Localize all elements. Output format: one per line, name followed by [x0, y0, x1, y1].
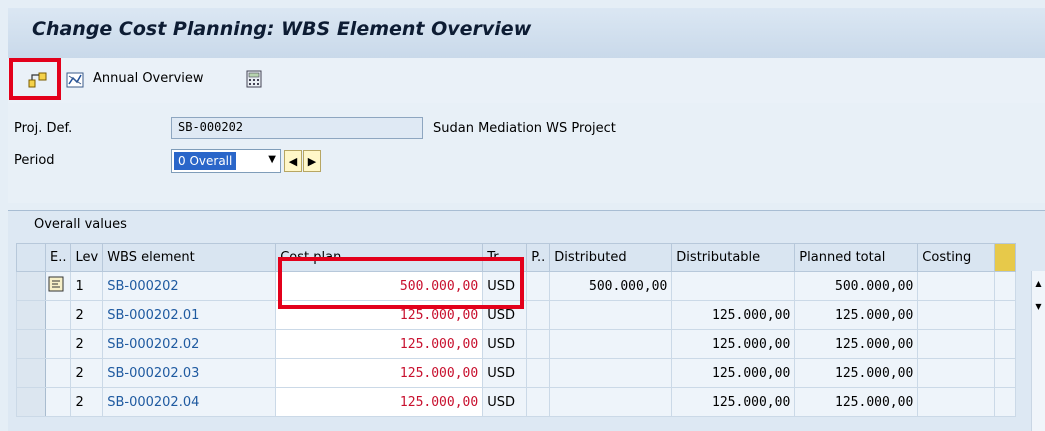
table-row[interactable]: 2 SB-000202.02 125.000,00 USD 125.000,00…	[16, 329, 1017, 359]
wbs-cell[interactable]: SB-000202.03	[102, 358, 277, 388]
row-selector[interactable]	[16, 387, 46, 417]
text-icon	[48, 276, 64, 292]
distributed-cell	[549, 300, 673, 330]
scroll-up-icon[interactable]: ▲	[1032, 279, 1045, 288]
wbs-cell[interactable]: SB-000202.04	[102, 387, 277, 417]
distributable-cell	[671, 271, 796, 301]
col-header-wbs[interactable]: WBS element	[102, 243, 277, 272]
highlight-box	[9, 58, 61, 100]
proj-def-field[interactable]: SB-000202	[171, 117, 423, 139]
e-cell	[44, 329, 72, 359]
lev-cell: 2	[70, 300, 104, 330]
p-cell	[526, 358, 551, 388]
row-selector[interactable]	[16, 271, 46, 301]
currency-cell: USD	[482, 329, 528, 359]
cost-plan-cell[interactable]: 125.000,00	[275, 358, 484, 388]
annual-overview-button[interactable]: Annual Overview	[93, 71, 204, 86]
p-cell	[526, 271, 551, 301]
e-cell	[44, 300, 72, 330]
costing-cell	[917, 358, 996, 388]
costing-cell	[917, 387, 996, 417]
distributed-cell	[549, 387, 673, 417]
scroll-cell	[994, 387, 1017, 417]
costing-cell	[917, 271, 996, 301]
table-row[interactable]: 2 SB-000202.03 125.000,00 USD 125.000,00…	[16, 358, 1017, 388]
scroll-cell	[994, 358, 1017, 388]
cost-highlight-box	[278, 257, 524, 309]
overall-values-grid: Overall values E.. Lev WBS element Cost …	[8, 210, 1045, 431]
lev-cell: 2	[70, 329, 104, 359]
col-header-costing[interactable]: Costing	[917, 243, 996, 272]
distributable-cell: 125.000,00	[671, 329, 796, 359]
period-select[interactable]: 0 Overall ▼	[171, 149, 281, 173]
scroll-down-icon[interactable]: ▼	[1032, 302, 1045, 311]
distributable-cell: 125.000,00	[671, 387, 796, 417]
title-bar: Change Cost Planning: WBS Element Overvi…	[8, 8, 1045, 59]
period-label: Period	[14, 153, 55, 168]
distributed-cell	[549, 358, 673, 388]
cost-plan-cell[interactable]: 125.000,00	[275, 329, 484, 359]
chart-icon[interactable]	[64, 70, 86, 90]
wbs-cell[interactable]: SB-000202.02	[102, 329, 277, 359]
col-header-planned-total[interactable]: Planned total	[794, 243, 919, 272]
p-cell	[526, 387, 551, 417]
next-period-button[interactable]: ▶	[303, 150, 321, 172]
column-settings-icon[interactable]	[994, 243, 1017, 272]
currency-cell: USD	[482, 387, 528, 417]
costing-cell	[917, 329, 996, 359]
cost-plan-cell[interactable]: 125.000,00	[275, 387, 484, 417]
toolbar: Annual Overview	[8, 58, 1045, 104]
planned-total-cell: 125.000,00	[794, 329, 919, 359]
scroll-cell	[994, 271, 1017, 301]
header-form: Proj. Def. SB-000202 Sudan Mediation WS …	[8, 103, 1045, 203]
distributed-cell	[549, 329, 673, 359]
p-cell	[526, 300, 551, 330]
row-selector[interactable]	[16, 358, 46, 388]
wbs-cell[interactable]: SB-000202	[102, 271, 277, 301]
col-header-lev[interactable]: Lev	[70, 243, 104, 272]
planned-total-cell: 125.000,00	[794, 300, 919, 330]
prev-period-button[interactable]: ◀	[284, 150, 302, 172]
planned-total-cell: 125.000,00	[794, 358, 919, 388]
period-value: 0 Overall	[174, 152, 237, 170]
planned-total-cell: 500.000,00	[794, 271, 919, 301]
e-cell	[44, 358, 72, 388]
col-header-distributable[interactable]: Distributable	[671, 243, 796, 272]
currency-cell: USD	[482, 358, 528, 388]
col-header-p[interactable]: P..	[526, 243, 551, 272]
col-header-e[interactable]: E..	[44, 243, 72, 272]
distributed-cell: 500.000,00	[549, 271, 673, 301]
col-header-distributed[interactable]: Distributed	[549, 243, 673, 272]
distributable-cell: 125.000,00	[671, 300, 796, 330]
vertical-scrollbar[interactable]: ▲ ▼	[1031, 271, 1045, 431]
costing-cell	[917, 300, 996, 330]
distributable-cell: 125.000,00	[671, 358, 796, 388]
table-row[interactable]: 2 SB-000202.04 125.000,00 USD 125.000,00…	[16, 387, 1017, 417]
row-selector[interactable]	[16, 300, 46, 330]
e-cell	[44, 387, 72, 417]
calculator-icon[interactable]	[244, 69, 264, 89]
p-cell	[526, 329, 551, 359]
wbs-cell[interactable]: SB-000202.01	[102, 300, 277, 330]
scroll-cell	[994, 329, 1017, 359]
text-icon-cell[interactable]	[44, 271, 72, 301]
window-title: Change Cost Planning: WBS Element Overvi…	[32, 18, 532, 40]
lev-cell: 2	[70, 387, 104, 417]
scroll-cell	[994, 300, 1017, 330]
grid-title: Overall values	[34, 217, 127, 232]
proj-description: Sudan Mediation WS Project	[433, 121, 616, 136]
planned-total-cell: 125.000,00	[794, 387, 919, 417]
proj-def-label: Proj. Def.	[14, 121, 73, 136]
lev-cell: 1	[70, 271, 104, 301]
row-selector[interactable]	[16, 329, 46, 359]
lev-cell: 2	[70, 358, 104, 388]
chevron-down-icon[interactable]: ▼	[268, 154, 276, 165]
